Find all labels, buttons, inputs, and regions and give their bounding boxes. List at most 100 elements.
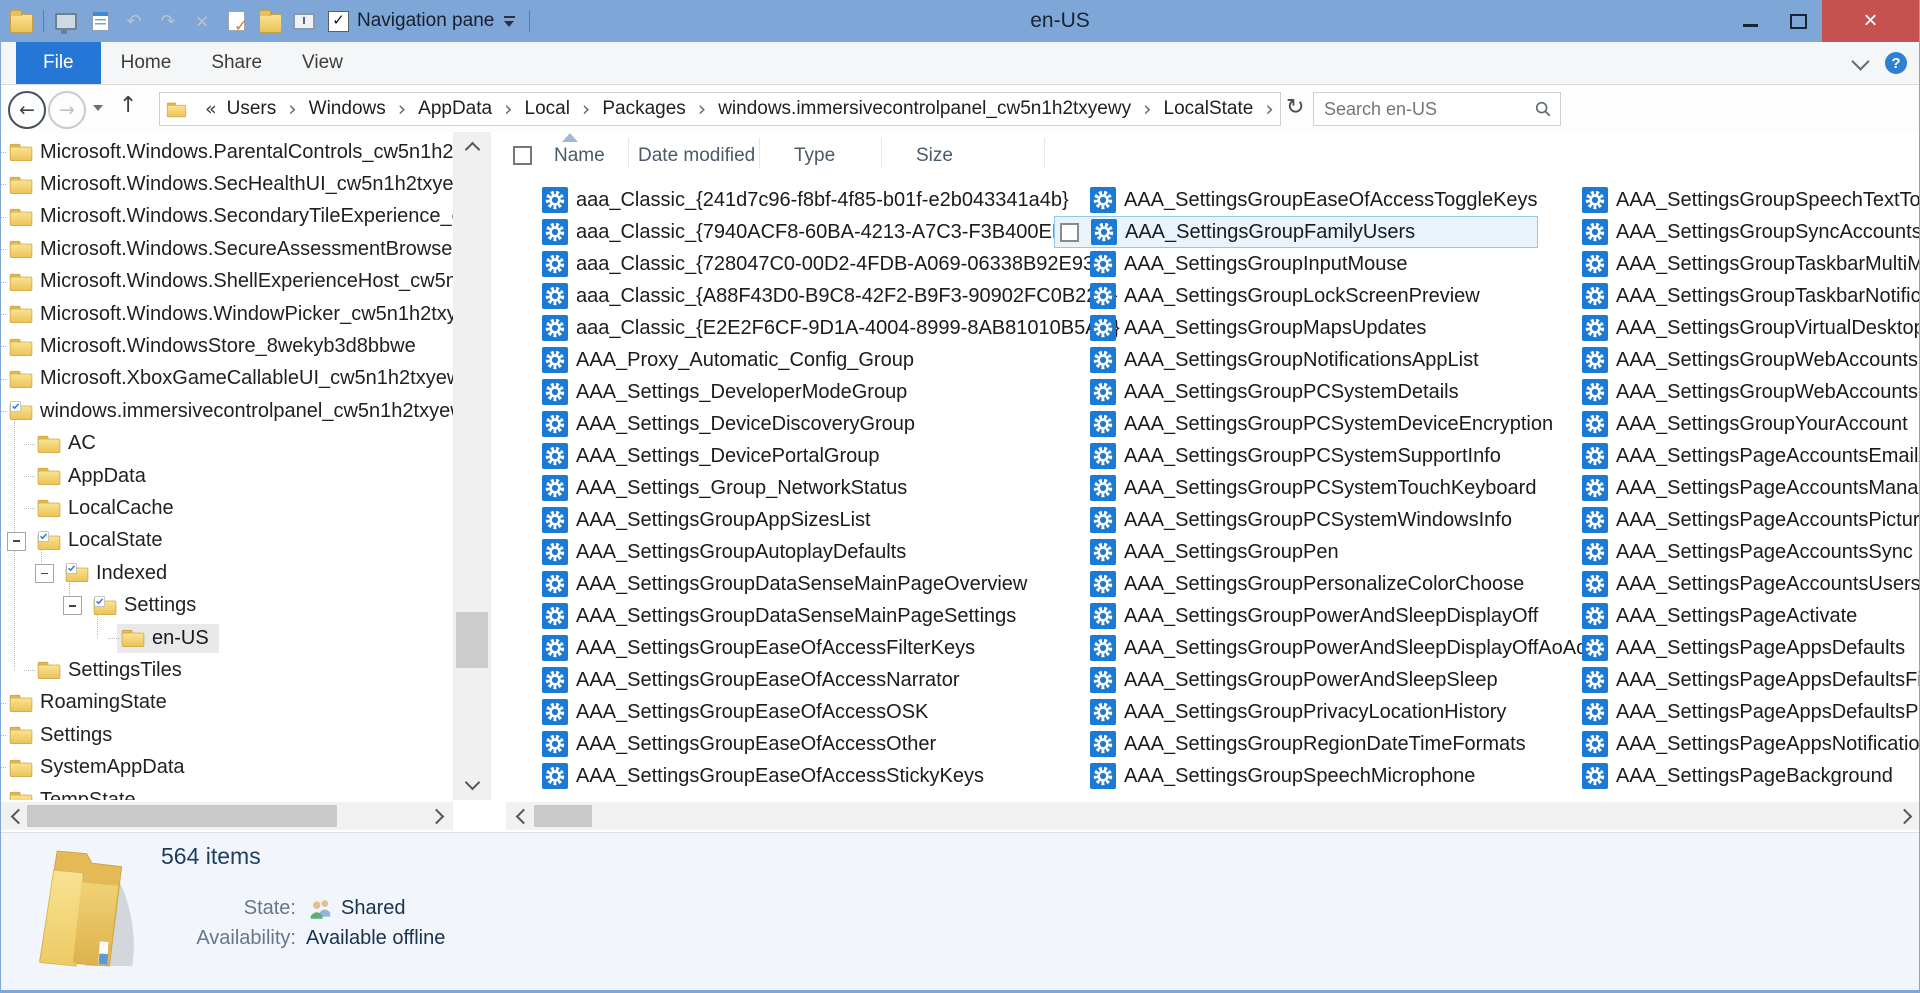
item-checkbox[interactable] <box>1060 223 1079 242</box>
file-item[interactable]: AAA_SettingsPageAccountsEmailApp <box>1546 440 1920 472</box>
scroll-left-button[interactable] <box>506 802 536 830</box>
tree-item[interactable]: Microsoft.Windows.SecureAssessmentBrowse… <box>1 233 453 265</box>
breadcrumb-segment[interactable]: Packages <box>600 98 687 120</box>
file-item[interactable]: AAA_Settings_DeveloperModeGroup <box>506 376 1054 408</box>
header-separator[interactable] <box>881 138 882 168</box>
tree-item[interactable]: RoamingState <box>1 687 453 719</box>
tree-item[interactable]: Microsoft.XboxGameCallableUI_cw5n1h2txye… <box>1 363 453 395</box>
list-horizontal-scrollbar[interactable] <box>506 802 1920 830</box>
file-item[interactable]: AAA_SettingsPageBackground <box>1546 760 1920 792</box>
file-item[interactable]: aaa_Classic_{E2E2F6CF-9D1A-4004-8999-8AB… <box>506 312 1054 344</box>
scrollbar-thumb[interactable] <box>534 805 592 827</box>
tree-item[interactable]: windows.immersivecontrolpanel_cw5n1h2txy… <box>1 395 453 427</box>
file-item[interactable]: AAA_SettingsGroupEaseOfAccessOSK <box>506 696 1054 728</box>
tree-item[interactable]: Settings <box>1 719 453 751</box>
file-item[interactable]: AAA_SettingsPageAccountsUsers <box>1546 568 1920 600</box>
breadcrumb-chevron-icon[interactable]: › <box>388 99 416 120</box>
file-item[interactable]: AAA_SettingsGroupPrivacyLocationHistory <box>1054 696 1546 728</box>
file-item[interactable]: AAA_SettingsGroupRegionDateTimeFormats <box>1054 728 1546 760</box>
collapse-expander-icon[interactable] <box>7 532 26 551</box>
file-item[interactable]: aaa_Classic_{A88F43D0-B9C8-42F2-B9F3-909… <box>506 280 1054 312</box>
scroll-up-button[interactable] <box>453 132 491 162</box>
file-item[interactable]: AAA_Settings_DevicePortalGroup <box>506 440 1054 472</box>
file-item[interactable]: AAA_SettingsGroupEaseOfAccessToggleKeys <box>1054 184 1546 216</box>
tree-item[interactable]: LocalState <box>1 525 453 557</box>
file-item[interactable]: AAA_SettingsGroupInputMouse <box>1054 248 1546 280</box>
redo-icon[interactable]: ↷ <box>156 9 180 33</box>
file-item[interactable]: AAA_SettingsGroupPCSystemDeviceEncryptio… <box>1054 408 1546 440</box>
breadcrumb-chevron-icon[interactable]: › <box>1255 99 1281 120</box>
tree-item[interactable]: SystemAppData <box>1 751 453 783</box>
help-icon[interactable]: ? <box>1885 52 1907 74</box>
up-button[interactable]: ↑ <box>119 93 137 118</box>
tree-item[interactable]: AppData <box>1 460 453 492</box>
breadcrumb-segment[interactable]: Windows <box>307 98 388 120</box>
file-item[interactable]: AAA_SettingsPageAppsNotifications <box>1546 728 1920 760</box>
file-item[interactable]: AAA_SettingsGroupDataSenseMainPageOvervi… <box>506 568 1054 600</box>
file-item[interactable]: AAA_Proxy_Automatic_Config_Group <box>506 344 1054 376</box>
select-all-checkbox[interactable] <box>513 146 532 165</box>
file-item[interactable]: aaa_Classic_{7940ACF8-60BA-4213-A7C3-F3B… <box>506 216 1054 248</box>
tab-view[interactable]: View <box>282 42 363 84</box>
file-item[interactable]: AAA_SettingsGroupNotificationsAppList <box>1054 344 1546 376</box>
header-separator[interactable] <box>628 138 629 168</box>
file-item[interactable]: AAA_SettingsGroupSpeechMicrophone <box>1054 760 1546 792</box>
file-item[interactable]: AAA_SettingsGroupMapsUpdates <box>1054 312 1546 344</box>
breadcrumb-chevron-icon[interactable]: › <box>1133 99 1161 120</box>
address-bar[interactable]: «Users›Windows›AppData›Local›Packages›wi… <box>159 92 1281 126</box>
tree-item[interactable]: Settings <box>1 589 453 621</box>
explorer-app-icon[interactable] <box>9 9 33 33</box>
restore-button[interactable] <box>1774 0 1822 42</box>
column-header-name[interactable]: Name <box>554 145 605 167</box>
tree-horizontal-scrollbar[interactable] <box>1 802 453 830</box>
file-item[interactable]: AAA_SettingsPageAccountsSync <box>1546 536 1920 568</box>
forward-button[interactable]: → <box>48 91 86 129</box>
file-item[interactable]: AAA_SettingsGroupAutoplayDefaults <box>506 536 1054 568</box>
header-separator[interactable] <box>1044 138 1045 168</box>
back-button[interactable]: ← <box>8 91 46 129</box>
minimize-button[interactable] <box>1726 0 1774 42</box>
collapse-expander-icon[interactable] <box>35 564 54 583</box>
file-item[interactable]: AAA_SettingsGroupSpeechTextToSpeech <box>1546 184 1920 216</box>
column-header-date-modified[interactable]: Date modified <box>638 145 755 167</box>
breadcrumb-chevron-icon[interactable]: › <box>494 99 522 120</box>
tree-item[interactable]: Indexed <box>1 557 453 589</box>
tab-share[interactable]: Share <box>191 42 282 84</box>
file-item[interactable]: AAA_SettingsGroupPCSystemTouchKeyboard <box>1054 472 1546 504</box>
file-item[interactable]: AAA_SettingsGroupDataSenseMainPageSettin… <box>506 600 1054 632</box>
file-item-selected[interactable]: AAA_SettingsGroupFamilyUsers <box>1054 216 1538 248</box>
collapse-expander-icon[interactable] <box>63 596 82 615</box>
file-item[interactable]: AAA_SettingsGroupTaskbarNotificationArea <box>1546 280 1920 312</box>
tree-item[interactable]: Microsoft.Windows.SecHealthUI_cw5n1h2txy… <box>1 168 453 200</box>
breadcrumb-segment[interactable]: Local <box>523 98 572 120</box>
tree-item[interactable]: Microsoft.Windows.ParentalControls_cw5n1… <box>1 136 453 168</box>
breadcrumb-segment[interactable]: AppData <box>416 98 494 120</box>
delete-icon[interactable]: × <box>190 9 214 33</box>
remote-computer-icon[interactable] <box>54 9 78 33</box>
file-item[interactable]: AAA_SettingsGroupSyncAccounts <box>1546 216 1920 248</box>
undo-icon[interactable]: ↶ <box>122 9 146 33</box>
file-item[interactable]: AAA_SettingsGroupTaskbarMultiMon <box>1546 248 1920 280</box>
file-item[interactable]: AAA_SettingsGroupWebAccounts <box>1546 344 1920 376</box>
file-item[interactable]: AAA_SettingsPageActivate <box>1546 600 1920 632</box>
breadcrumb-segment[interactable]: Users <box>225 98 279 120</box>
file-item[interactable]: AAA_SettingsGroupEaseOfAccessStickyKeys <box>506 760 1054 792</box>
file-item[interactable]: AAA_SettingsGroupPCSystemDetails <box>1054 376 1546 408</box>
breadcrumb-segment[interactable]: LocalState <box>1162 98 1256 120</box>
scroll-down-button[interactable] <box>453 770 491 800</box>
properties-icon[interactable] <box>88 9 112 33</box>
tree-vertical-scrollbar[interactable] <box>453 132 491 800</box>
expand-ribbon-icon[interactable] <box>1851 52 1869 70</box>
file-item[interactable]: AAA_SettingsGroupPCSystemSupportInfo <box>1054 440 1546 472</box>
search-input[interactable]: Search en-US <box>1314 99 1534 120</box>
search-box[interactable]: Search en-US <box>1313 92 1561 126</box>
scroll-right-button[interactable] <box>1891 802 1920 830</box>
file-item[interactable]: AAA_SettingsGroupAppSizesList <box>506 504 1054 536</box>
rename-icon[interactable] <box>292 9 316 33</box>
scroll-right-button[interactable] <box>423 802 453 830</box>
file-item[interactable]: AAA_SettingsGroupEaseOfAccessNarrator <box>506 664 1054 696</box>
tree-item[interactable]: Microsoft.WindowsStore_8wekyb3d8bbwe <box>1 330 453 362</box>
tree-item[interactable]: TempState <box>1 784 453 800</box>
file-item[interactable]: AAA_SettingsGroupYourAccount <box>1546 408 1920 440</box>
scrollbar-thumb[interactable] <box>456 612 488 668</box>
